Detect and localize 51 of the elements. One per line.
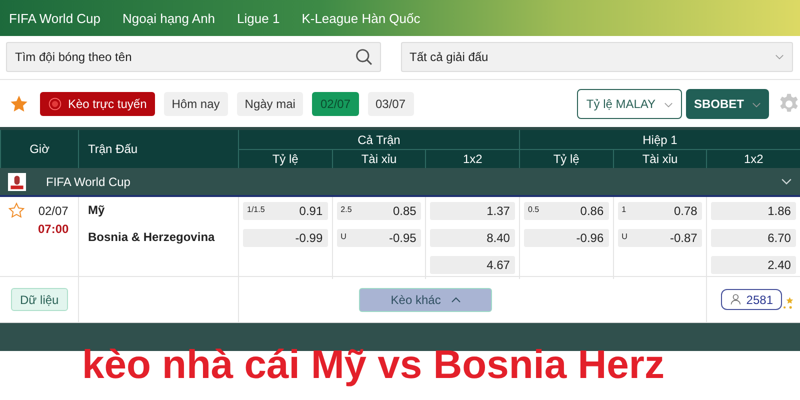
odds-cell[interactable]: 0.5 0.86 <box>524 202 609 220</box>
sparkle-icon <box>782 296 794 310</box>
nav-link[interactable]: Ligue 1 <box>237 10 280 26</box>
match-time: 07:00 <box>38 222 69 236</box>
day-tab[interactable]: Ngày mai <box>236 92 304 116</box>
odds-cell[interactable]: -0.96 <box>524 229 609 247</box>
odds-cell[interactable]: 1/1.5 0.91 <box>243 202 328 220</box>
league-logo-icon <box>8 172 26 190</box>
chevron-down-icon <box>781 178 792 185</box>
odds-cell[interactable]: 1.86 <box>711 202 796 220</box>
chevron-up-icon <box>450 296 461 302</box>
odds-cell[interactable]: 1.37 <box>430 202 515 220</box>
live-icon <box>48 96 62 110</box>
user-icon <box>730 293 744 306</box>
live-odds-button[interactable]: Kèo trực tuyến <box>40 92 155 116</box>
odds-type-dropdown[interactable]: Tỷ lệ MALAY <box>577 88 682 118</box>
odds-cell[interactable]: U -0.87 <box>618 229 702 247</box>
search-field[interactable]: Tìm đội bóng theo tên <box>6 42 380 72</box>
column-group-header: Hiệp 1 <box>518 130 800 150</box>
star-icon <box>9 94 29 114</box>
settings-icon[interactable] <box>778 92 800 114</box>
odds-cell[interactable]: U -0.95 <box>336 229 422 247</box>
odds-cell[interactable]: -0.99 <box>243 229 328 247</box>
nav-link[interactable]: Ngoại hạng Anh <box>122 10 216 26</box>
stats-button[interactable]: Dữ liệu <box>11 288 68 311</box>
bookmaker-dropdown[interactable]: SBOBET <box>686 88 769 118</box>
more-odds-button[interactable]: Kèo khác <box>359 288 492 312</box>
match-date: 02/07 <box>38 204 69 218</box>
nav-link[interactable]: FIFA World Cup <box>9 10 101 26</box>
viewers-button[interactable]: 2581 <box>721 289 782 310</box>
chevron-down-icon <box>775 54 784 60</box>
odds-cell[interactable]: 6.70 <box>711 229 796 247</box>
chevron-down-icon <box>664 102 673 108</box>
odds-cell[interactable]: 2.40 <box>711 256 796 274</box>
league-name: FIFA World Cup <box>46 174 130 188</box>
search-icon <box>354 48 372 66</box>
caption-text: kèo nhà cái Mỹ vs Bosnia Herz <box>82 343 664 388</box>
odds-cell[interactable]: 8.40 <box>430 229 515 247</box>
column-group-header: Cả Trận <box>238 130 519 150</box>
team-name: Bosnia & Herzegovina <box>88 230 216 244</box>
favorite-star-icon[interactable] <box>8 202 25 219</box>
league-header[interactable]: FIFA World Cup <box>0 168 800 197</box>
nav-link[interactable]: K-League Hàn Quốc <box>302 10 420 26</box>
chevron-down-icon <box>752 102 761 108</box>
day-tab[interactable]: Hôm nay <box>164 92 228 116</box>
league-dropdown[interactable]: Tất cả giải đấu <box>400 42 793 72</box>
odds-cell[interactable]: 1 0.78 <box>618 202 702 220</box>
day-tab[interactable]: 03/07 <box>368 92 414 116</box>
team-name: Mỹ <box>88 203 106 217</box>
odds-cell[interactable]: 4.67 <box>430 256 515 274</box>
odds-cell[interactable]: 2.5 0.85 <box>336 202 422 220</box>
